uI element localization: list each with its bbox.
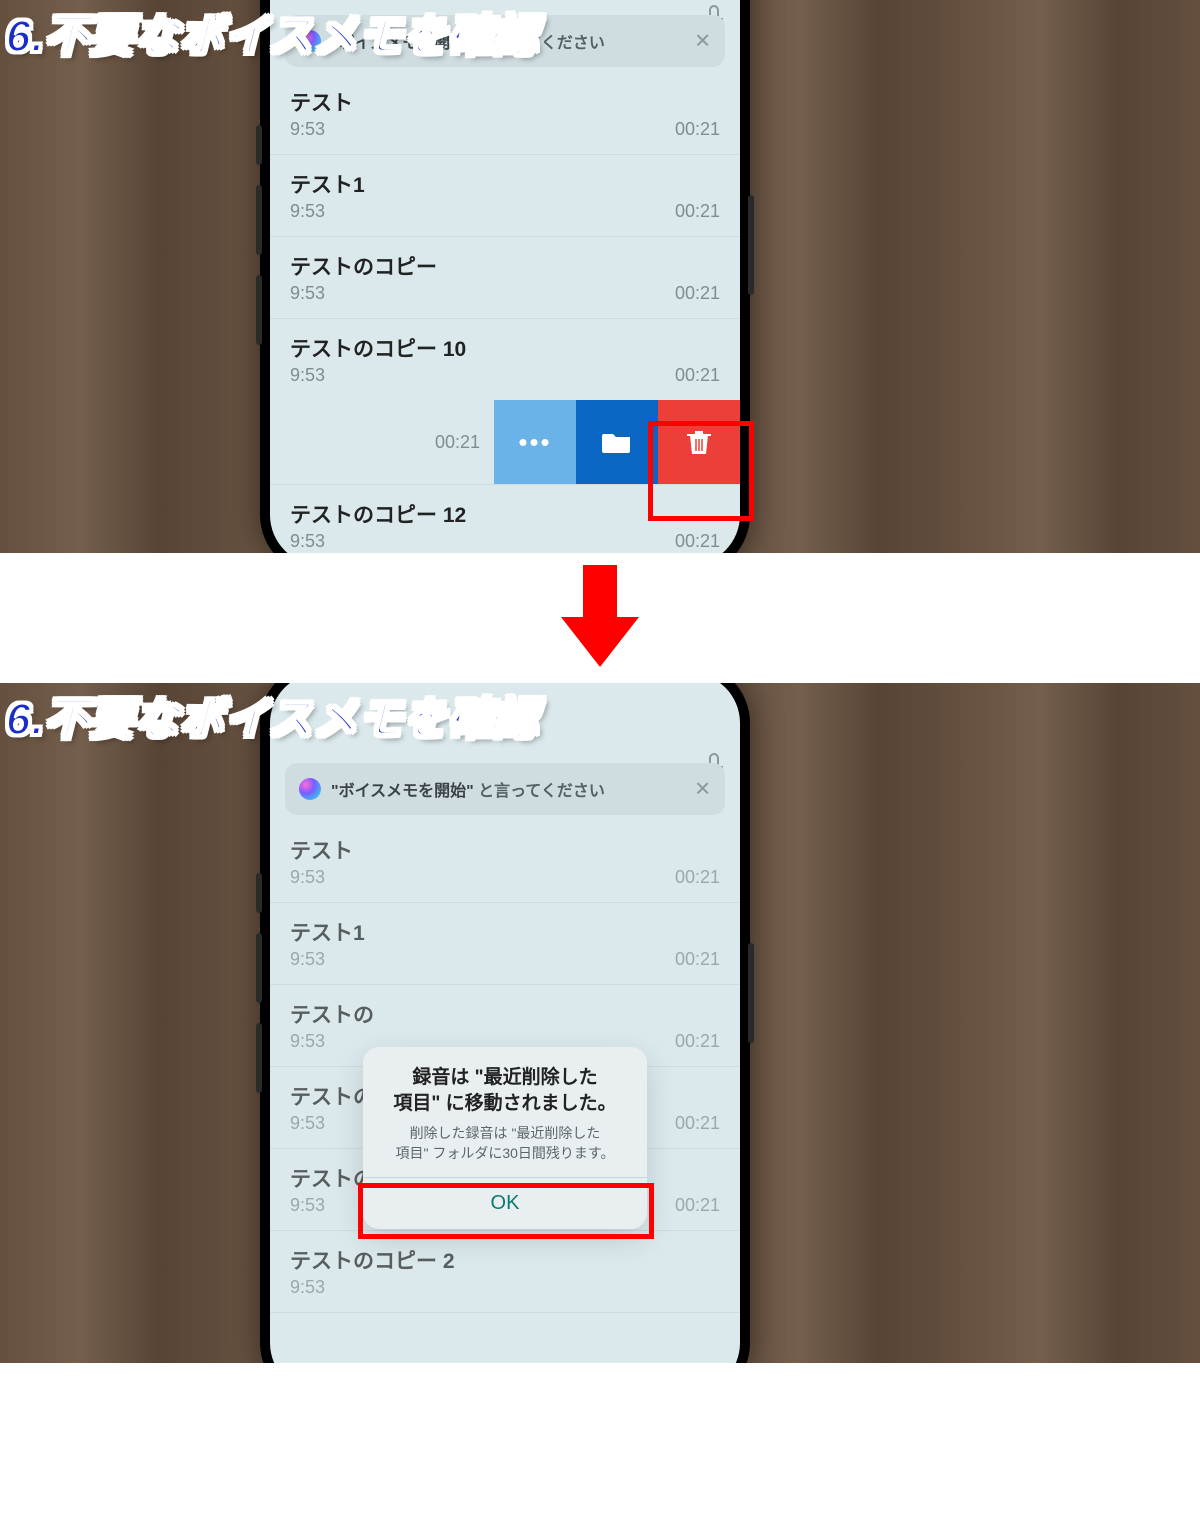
list-item[interactable]: テスト 9:53 00:21 [270,73,740,155]
list-item[interactable]: テストのコピー 9:53 00:21 [270,237,740,319]
item-title: テストのコピー 2 [290,1245,720,1275]
recordings-list: テスト 9:53 00:21 テスト1 9:53 00:21 [270,73,740,553]
close-icon[interactable]: ✕ [694,777,711,802]
dialog-subtitle: 削除した録音は "最近削除した 項目" フォルダに30日間残ります。 [379,1124,631,1163]
list-item[interactable]: テストのコピー 12 9:53 00:21 [270,485,740,553]
item-duration: 00:21 [675,1113,720,1134]
folder-icon [602,430,632,454]
phone-side-button [748,943,754,1043]
item-duration: 00:21 [675,119,720,140]
dialog-title: 録音は "最近削除した 項目" に移動されました。 [379,1065,631,1116]
siri-icon [299,778,321,800]
move-folder-button[interactable] [576,400,658,484]
item-time: 9:53 [290,867,325,888]
list-item[interactable]: テストのコピー 10 9:53 00:21 [270,319,740,400]
list-item[interactable]: テスト 9:53 00:21 [270,821,740,903]
siri-suggestion-bar[interactable]: "ボイスメモを開始" と言ってください ✕ [285,763,725,815]
phone-side-button [748,195,754,295]
swiped-duration: 00:21 [435,432,480,453]
screenshot-top: 6.不要なボイスメモを確認 "ボイスメモを開始" と言ってください [0,0,1200,553]
item-duration: 00:21 [675,531,720,552]
screenshot-bottom: 6.不要なボイスメモを確認 "ボイスメモを開始" と言ってください [0,683,1200,1363]
close-icon[interactable]: ✕ [694,29,711,54]
transition-gap [0,553,1200,683]
item-time: 9:53 [290,201,325,222]
screen: "ボイスメモを開始" と言ってください ✕ テスト 9:53 00:21 テスト… [270,0,740,553]
item-title: テスト1 [290,917,720,947]
item-duration: 00:21 [675,949,720,970]
item-duration: 00:21 [675,201,720,222]
iphone-frame: "ボイスメモを開始" と言ってください ✕ テスト 9:53 00:21 テスト… [260,683,750,1363]
overlay-caption: 6.不要なボイスメモを確認 [6,683,538,747]
phone-side-button [256,275,262,345]
siri-text: "ボイスメモを開始" と言ってください [331,777,605,801]
more-action-button[interactable]: ••• [494,400,576,484]
item-title: テストのコピー 12 [290,499,720,529]
swiped-row: 00:21 ••• [270,400,740,485]
item-time: 9:53 [290,1031,325,1052]
item-time: 9:53 [290,1113,325,1134]
ok-button[interactable]: OK [363,1177,647,1229]
phone-side-button [256,125,262,165]
item-duration: 00:21 [675,1195,720,1216]
down-arrow-icon [561,565,639,671]
item-title: テストのコピー 10 [290,333,720,363]
phone-side-button [256,1023,262,1093]
deleted-confirmation-dialog: 録音は "最近削除した 項目" に移動されました。 削除した録音は "最近削除し… [363,1047,647,1229]
item-time: 9:53 [290,283,325,304]
iphone-frame: "ボイスメモを開始" と言ってください ✕ テスト 9:53 00:21 テスト… [260,0,750,553]
item-time: 9:53 [290,531,325,552]
item-title: テスト1 [290,169,720,199]
list-item[interactable]: テスト1 9:53 00:21 [270,903,740,985]
item-title: テストのコピー [290,251,720,281]
item-time: 9:53 [290,949,325,970]
item-title: テスト [290,87,720,117]
item-time: 9:53 [290,365,325,386]
phone-side-button [256,873,262,913]
item-duration: 00:21 [675,867,720,888]
item-time: 9:53 [290,119,325,140]
list-item[interactable]: テストのコピー 2 9:53 [270,1231,740,1313]
item-title: テストの [290,999,720,1029]
item-time: 9:53 [290,1277,325,1298]
delete-button[interactable] [658,400,740,484]
screen: "ボイスメモを開始" と言ってください ✕ テスト 9:53 00:21 テスト… [270,683,740,1363]
item-time: 9:53 [290,1195,325,1216]
phone-side-button [256,185,262,255]
item-duration: 00:21 [675,1031,720,1052]
item-title: テスト [290,835,720,865]
item-duration: 00:21 [675,283,720,304]
item-duration: 00:21 [675,365,720,386]
trash-icon [687,428,711,456]
overlay-caption: 6.不要なボイスメモを確認 [6,0,538,64]
phone-side-button [256,933,262,1003]
ellipsis-icon: ••• [518,427,551,458]
list-item[interactable]: テスト1 9:53 00:21 [270,155,740,237]
